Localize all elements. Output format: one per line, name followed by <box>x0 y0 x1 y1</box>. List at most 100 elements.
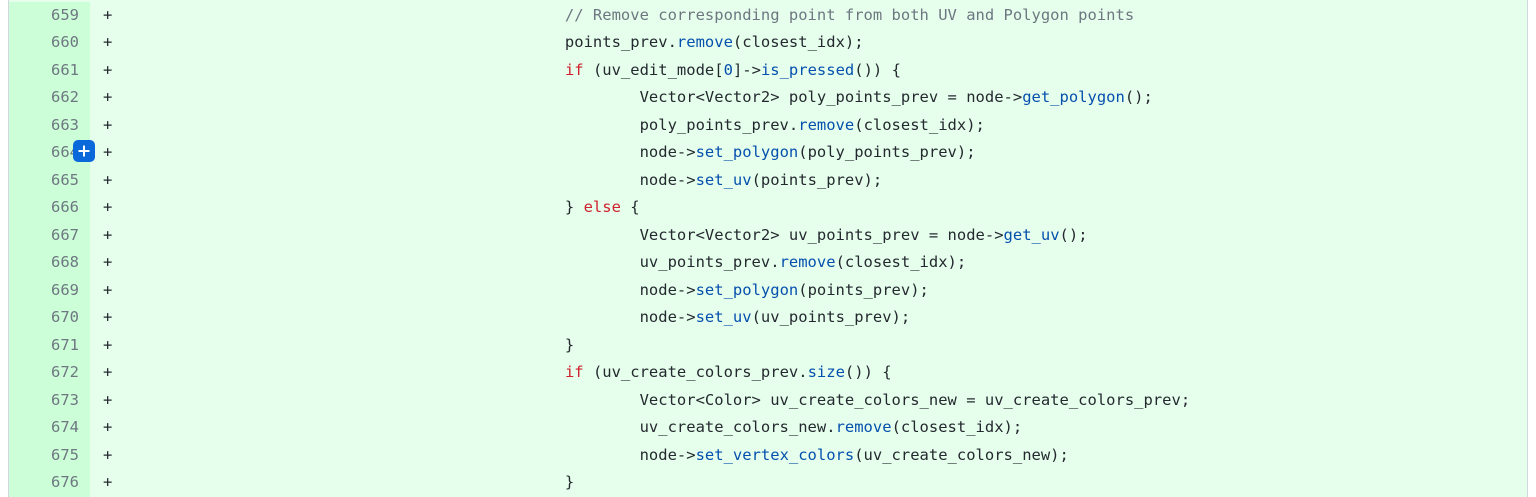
addition-marker: + <box>103 33 113 51</box>
code-token: remove <box>835 418 892 436</box>
code-token: is_pressed <box>760 60 855 79</box>
diff-line: 661 + if (uv_edit_mode[0]->is_pressed()) … <box>9 56 1527 85</box>
diff-line: 660 + points_prev.remove(closest_idx); <box>9 29 1527 57</box>
diff-line: 664 + node->set_polygon(poly_points_prev)… <box>9 139 1527 167</box>
code-token: (closest_idx); <box>854 115 985 134</box>
code-line: } else { <box>117 194 1527 222</box>
addition-marker: + <box>103 473 113 491</box>
code-line: node->set_polygon(points_prev); <box>117 277 1527 305</box>
code-token: node-> <box>117 308 696 326</box>
addition-marker: + <box>103 88 113 106</box>
line-number[interactable]: 669 <box>9 276 90 304</box>
addition-marker: + <box>103 198 113 216</box>
code-token: if <box>564 60 584 79</box>
addition-marker: + <box>103 418 113 436</box>
code-token: // Remove corresponding point from both … <box>117 5 1135 24</box>
line-number[interactable]: 660 <box>9 29 90 57</box>
code-token: remove <box>798 115 855 134</box>
diff-line: 662 + Vector<Vector2> poly_points_prev = … <box>9 84 1527 112</box>
line-number[interactable]: 662 <box>9 84 90 112</box>
line-number[interactable]: 672 <box>9 359 90 387</box>
line-number[interactable]: 675 <box>9 441 90 469</box>
code-token: node-> <box>117 170 696 189</box>
code-token: Vector<Vector2> uv_points_prev = node-> <box>117 225 1004 244</box>
diff-line: 676 + } <box>9 469 1527 497</box>
code-line: node->set_uv(uv_points_prev); <box>117 304 1527 332</box>
addition-marker: + <box>103 280 113 299</box>
line-number[interactable]: 676 <box>9 469 90 497</box>
code-token: (); <box>1124 88 1153 106</box>
code-token: (points_prev); <box>751 170 883 189</box>
code-token: ()) { <box>844 363 892 381</box>
line-number[interactable]: 663 <box>9 111 90 139</box>
code-token: (uv_edit_mode[ <box>583 60 724 79</box>
diff-line: 675 + node->set_vertex_colors(uv_create_c… <box>9 441 1527 469</box>
diff-line: 670 + node->set_uv(uv_points_prev); <box>9 304 1527 332</box>
code-line: points_prev.remove(closest_idx); <box>117 29 1527 57</box>
code-token: uv_create_colors_new. <box>117 418 836 436</box>
line-number[interactable]: 668 <box>9 249 90 277</box>
code-token: (poly_points_prev); <box>798 143 976 161</box>
code-token: if <box>564 363 584 381</box>
code-token: set_vertex_colors <box>695 445 855 464</box>
line-number[interactable]: 659 <box>9 1 90 29</box>
addition-marker: + <box>103 390 113 409</box>
code-line: node->set_uv(points_prev); <box>117 167 1527 195</box>
code-token: Vector<Color> uv_create_colors_new = uv_… <box>117 390 1191 409</box>
code-token: node-> <box>117 445 696 464</box>
code-token: poly_points_prev. <box>117 115 799 134</box>
line-number[interactable]: 670 <box>9 304 90 332</box>
code-token: (closest_idx); <box>732 33 864 51</box>
code-line: // Remove corresponding point from both … <box>117 2 1527 30</box>
code-line: if (uv_edit_mode[0]->is_pressed()) { <box>117 57 1527 85</box>
code-token: else <box>583 198 621 216</box>
code-token: { <box>620 198 640 216</box>
diff-line: 671 + } <box>9 331 1527 359</box>
code-token: set_uv <box>695 308 752 326</box>
code-line: if (uv_create_colors_prev.size()) { <box>117 359 1527 387</box>
code-token: remove <box>779 253 836 271</box>
line-number[interactable]: 665 <box>9 166 90 194</box>
line-number[interactable]: 673 <box>9 386 90 414</box>
addition-marker: + <box>103 363 113 381</box>
addition-marker: + <box>103 253 113 271</box>
code-token: get_uv <box>1003 225 1060 244</box>
code-token: (uv_points_prev); <box>751 308 911 326</box>
code-line: node->set_polygon(poly_points_prev); <box>117 139 1527 167</box>
code-token: set_polygon <box>695 143 799 161</box>
add-comment-button[interactable] <box>73 140 95 162</box>
code-token: ]-> <box>732 60 761 79</box>
addition-marker: + <box>103 143 113 161</box>
code-token: get_polygon <box>1022 88 1125 106</box>
diff-line: 674 + uv_create_colors_new.remove(closest… <box>9 414 1527 442</box>
code-token: points_prev. <box>117 33 677 51</box>
code-line: uv_create_colors_new.remove(closest_idx)… <box>117 414 1527 442</box>
diff-line: 665 + node->set_uv(points_prev); <box>9 166 1527 195</box>
diff-line: 672 + if (uv_create_colors_prev.size()) { <box>9 359 1527 387</box>
code-token: ()) { <box>854 60 901 79</box>
addition-marker: + <box>103 335 113 354</box>
code-line: poly_points_prev.remove(closest_idx); <box>117 112 1527 140</box>
code-token: (closest_idx); <box>891 418 1023 436</box>
addition-marker: + <box>103 308 113 326</box>
code-token: (points_prev); <box>798 280 929 299</box>
code-token: size <box>807 363 845 381</box>
code-token: (); <box>1059 225 1088 244</box>
line-number[interactable]: 671 <box>9 331 90 359</box>
line-number[interactable]: 674 <box>9 414 90 442</box>
addition-marker: + <box>103 225 113 244</box>
code-line: Vector<Vector2> poly_points_prev = node-… <box>117 84 1527 112</box>
code-token: } <box>117 335 575 354</box>
code-token: remove <box>676 33 733 51</box>
code-line: uv_points_prev.remove(closest_idx); <box>117 249 1527 277</box>
diff-line: 666 + } else { <box>9 194 1527 222</box>
diff-line: 659 + // Remove corresponding point from … <box>9 1 1527 30</box>
line-number[interactable]: 661 <box>9 56 90 84</box>
code-token: (closest_idx); <box>835 253 967 271</box>
diff-line: 663 + poly_points_prev.remove(closest_idx… <box>9 111 1527 140</box>
line-number[interactable]: 667 <box>9 221 90 249</box>
code-token: node-> <box>117 280 696 299</box>
line-number[interactable]: 666 <box>9 194 90 222</box>
addition-marker: + <box>103 445 113 464</box>
